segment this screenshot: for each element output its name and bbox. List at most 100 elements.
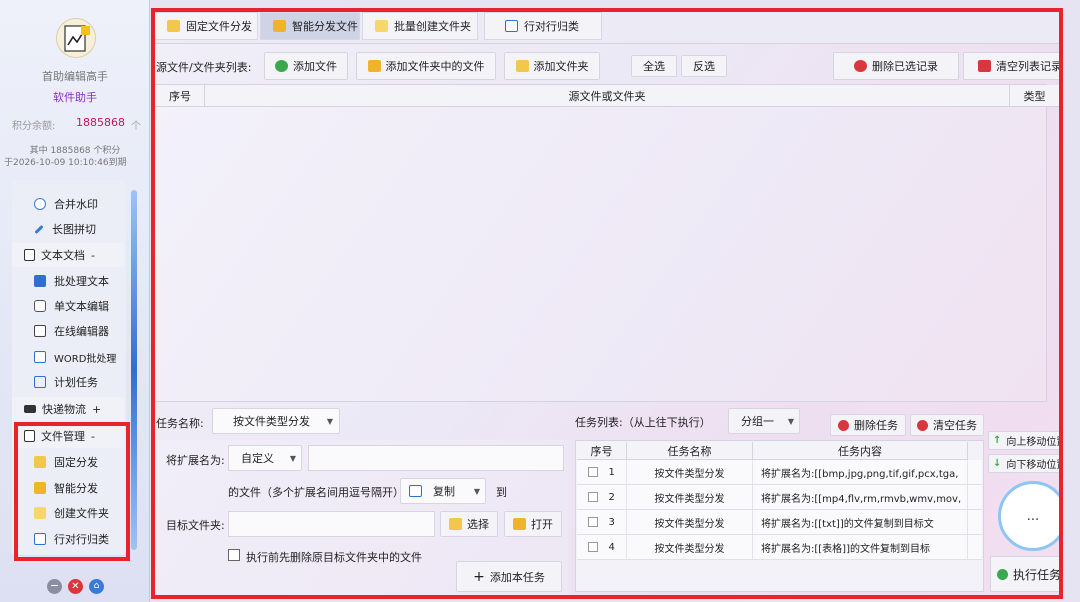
more-button[interactable]: ... xyxy=(998,481,1062,551)
add-files-in-folder-button[interactable]: 添加文件夹中的文件 xyxy=(356,52,496,80)
sidebar-item-single-text[interactable]: 单文本编辑 xyxy=(24,294,124,318)
sidebar-scrollbar[interactable] xyxy=(131,190,137,550)
chevron-down-icon: ▼ xyxy=(289,453,296,463)
delete-first-checkbox[interactable] xyxy=(228,549,240,561)
book-icon xyxy=(24,249,35,261)
task-header-name: 任务名称 xyxy=(627,442,753,460)
task-header-content: 任务内容 xyxy=(753,442,968,460)
tab-batch-create-folder[interactable]: 批量创建文件夹 xyxy=(362,12,478,40)
minus-circle-icon xyxy=(854,60,867,72)
tab-fixed-dispatch[interactable]: 固定文件分发 xyxy=(154,12,258,40)
chevron-down-icon: ▼ xyxy=(787,416,794,426)
sidebar-item-scheduled[interactable]: 计划任务 xyxy=(24,370,124,394)
sidebar-item-row-classify[interactable]: 行对行归类 xyxy=(24,527,124,551)
target-folder-input[interactable] xyxy=(228,511,435,537)
to-label: 到 xyxy=(496,486,507,499)
book-open-icon xyxy=(34,325,46,337)
source-header-type: 类型 xyxy=(1010,85,1060,107)
sidebar-group-text[interactable]: 文本文档 - xyxy=(12,243,124,267)
folder-icon xyxy=(34,456,46,468)
folder-icon xyxy=(273,20,286,32)
sidebar-item-word-batch[interactable]: WORD批处理 xyxy=(24,345,124,369)
delete-first-label: 执行前先删除原目标文件夹中的文件 xyxy=(246,551,422,564)
tab-row-classify[interactable]: 行对行归类 xyxy=(484,12,602,40)
points-expiry: 于2026-10-09 10:10:46到期 xyxy=(4,158,127,168)
folder-open-icon xyxy=(513,518,526,530)
minus-circle-icon xyxy=(838,419,849,431)
plus-circle-icon xyxy=(275,60,288,72)
folder-icon xyxy=(367,60,381,72)
add-file-button[interactable]: 添加文件 xyxy=(264,52,348,80)
move-up-button[interactable]: ↑ 向上移动位置 xyxy=(988,431,1062,450)
x-icon xyxy=(978,60,991,72)
source-table xyxy=(154,84,1047,402)
task-row[interactable]: 4 按文件类型分发 将扩展名为:[[表格]]的文件复制到目标 xyxy=(577,535,982,560)
action-select[interactable]: 复制 ▼ xyxy=(400,478,486,504)
task-row[interactable]: 2 按文件类型分发 将扩展名为:[[mp4,flv,rm,rmvb,wmv,mo… xyxy=(577,485,982,510)
row-checkbox[interactable] xyxy=(588,517,599,527)
delete-selected-button[interactable]: 删除已选记录 xyxy=(833,52,959,80)
x-circle-icon xyxy=(917,419,928,431)
edit-icon xyxy=(34,300,46,312)
open-folder-button[interactable]: 打开 xyxy=(504,511,562,537)
add-folder-button[interactable]: 添加文件夹 xyxy=(504,52,600,80)
chevron-down-icon: ▼ xyxy=(326,416,333,426)
target-folder-label: 目标文件夹: xyxy=(166,519,225,532)
sidebar-item-online-editor[interactable]: 在线编辑器 xyxy=(24,319,124,343)
arrow-down-icon: ↓ xyxy=(993,458,1002,469)
home-icon[interactable]: ⌂ xyxy=(89,579,104,594)
source-list-label: 源文件/文件夹列表: xyxy=(156,61,252,74)
sidebar-item-long-image[interactable]: 长图拼切 xyxy=(24,217,124,241)
clear-tasks-button[interactable]: 清空任务 xyxy=(910,414,984,436)
sidebar: 首助编辑高手 软件助手 积分余额: 1885868 个 其中 1885868 个… xyxy=(0,0,150,602)
check-circle-icon xyxy=(997,568,1008,580)
group-select[interactable]: 分组一 ▼ xyxy=(728,408,800,434)
row-checkbox[interactable] xyxy=(588,492,599,502)
sidebar-item-batch-text[interactable]: 批处理文本 xyxy=(24,269,124,293)
copy-icon xyxy=(409,485,422,497)
close-icon[interactable]: ✕ xyxy=(68,579,83,594)
tab-smart-dispatch[interactable]: 智能分发文件 xyxy=(260,12,360,40)
main-panel: 固定文件分发 智能分发文件 批量创建文件夹 行对行归类 源文件/文件夹列表: 添… xyxy=(152,8,1062,596)
invert-selection-button[interactable]: 反选 xyxy=(681,55,727,77)
row-checkbox[interactable] xyxy=(588,542,599,552)
points-unit: 个 xyxy=(131,121,141,132)
folder-search-icon xyxy=(449,518,462,530)
row-checkbox[interactable] xyxy=(588,467,599,477)
document-icon xyxy=(34,275,46,287)
sidebar-item-fixed-dispatch[interactable]: 固定分发 xyxy=(24,450,124,474)
arrow-up-icon: ↑ xyxy=(993,435,1002,446)
move-down-button[interactable]: ↓ 向下移动位置 xyxy=(988,454,1062,473)
columns-icon xyxy=(34,533,46,545)
sidebar-item-create-folder[interactable]: 创建文件夹 xyxy=(24,501,124,525)
task-list-label: 任务列表:（从上往下执行） xyxy=(575,416,711,429)
extension-input[interactable] xyxy=(308,445,564,471)
task-name-select[interactable]: 按文件类型分发 ▼ xyxy=(212,408,340,434)
sidebar-item-smart-dispatch[interactable]: 智能分发 xyxy=(24,476,124,500)
app-subtitle: 软件助手 xyxy=(53,91,97,104)
sidebar-group-express[interactable]: 快递物流 + xyxy=(12,397,124,421)
points-value: 1885868 xyxy=(76,116,125,129)
delete-task-button[interactable]: 删除任务 xyxy=(830,414,906,436)
sidebar-group-file[interactable]: 文件管理 - xyxy=(12,424,124,448)
task-row[interactable]: 1 按文件类型分发 将扩展名为:[[bmp,jpg,png,tif,gif,pc… xyxy=(577,460,982,485)
add-task-button[interactable]: + 添加本任务 xyxy=(456,561,562,592)
chevron-down-icon: ▼ xyxy=(473,486,480,496)
word-icon xyxy=(34,351,46,363)
execute-task-button[interactable]: 执行任务 xyxy=(990,556,1062,592)
task-row[interactable]: 3 按文件类型分发 将扩展名为:[[txt]]的文件复制到目标文 xyxy=(577,510,982,535)
extension-hint: 的文件（多个扩展名间用逗号隔开） xyxy=(228,486,404,499)
source-header-path: 源文件或文件夹 xyxy=(205,85,1010,107)
sidebar-item-merge-watermark[interactable]: 合并水印 xyxy=(24,192,124,216)
points-label: 积分余额: xyxy=(12,121,56,132)
choose-folder-button[interactable]: 选择 xyxy=(440,511,498,537)
clear-list-button[interactable]: 清空列表记录 xyxy=(963,52,1062,80)
folder-icon xyxy=(34,507,46,519)
extension-mode-select[interactable]: 自定义 ▼ xyxy=(228,445,302,471)
minimize-icon[interactable]: − xyxy=(47,579,62,594)
calendar-icon xyxy=(34,376,46,388)
source-header-index: 序号 xyxy=(155,85,205,107)
select-all-button[interactable]: 全选 xyxy=(631,55,677,77)
app-logo-icon xyxy=(56,18,96,58)
columns-icon xyxy=(505,20,518,32)
